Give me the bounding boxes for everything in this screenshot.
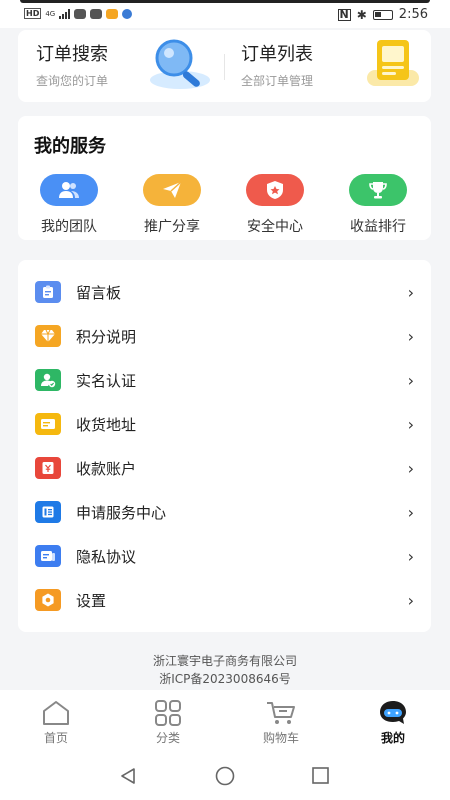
document-icon: [367, 40, 419, 86]
menu-item-label: 收款账户: [76, 459, 137, 478]
service-label: 推广分享: [144, 219, 200, 235]
service-security-center[interactable]: 安全中心: [235, 174, 315, 236]
recents-icon[interactable]: [311, 766, 331, 786]
service-center-icon: [35, 501, 61, 523]
tab-home[interactable]: 首页: [16, 700, 96, 746]
tab-label: 我的: [380, 731, 405, 745]
battery-icon: [372, 9, 393, 20]
chevron-right-icon: ›: [407, 414, 414, 434]
chevron-right-icon: ›: [407, 282, 414, 302]
chevron-right-icon: ›: [407, 370, 414, 390]
app-notification-icon: [106, 8, 119, 19]
status-right: N ✱ 2:56: [337, 7, 428, 22]
chevron-right-icon: ›: [407, 546, 414, 566]
diamond-icon: [35, 325, 61, 347]
menu-item-label: 实名认证: [76, 371, 137, 390]
menu-item-label: 积分说明: [76, 327, 137, 346]
order-list-entry[interactable]: 订单列表 全部订单管理: [225, 30, 431, 102]
shield-icon: [246, 174, 304, 206]
system-nav-bar: [0, 752, 450, 800]
menu-item-payment-account[interactable]: 收款账户 ›: [18, 446, 431, 490]
order-list-title: 订单列表: [241, 44, 313, 65]
menu-item-shipping-address[interactable]: 收货地址 ›: [18, 402, 431, 446]
service-promote-share[interactable]: 推广分享: [132, 174, 212, 236]
clipboard-icon: [35, 281, 61, 303]
bluetooth-icon: ✱: [356, 7, 367, 22]
hd-badge: HD: [24, 8, 42, 19]
settings-icon: [35, 589, 61, 611]
trophy-icon: [349, 174, 407, 206]
browser-icon: [122, 8, 133, 19]
tab-label: 购物车: [262, 731, 299, 745]
back-icon[interactable]: [118, 766, 138, 786]
home-icon: [16, 700, 96, 726]
profile-chat-icon: [353, 700, 433, 726]
order-list-subtitle: 全部订单管理: [241, 74, 314, 88]
icp-number: 浙ICP备2023008646号: [159, 672, 291, 686]
address-icon: [35, 413, 61, 435]
order-card: 订单搜索 查询您的订单 订单列表 全部订单管理: [18, 30, 431, 102]
chevron-right-icon: ›: [407, 590, 414, 610]
tab-mine[interactable]: 我的: [353, 700, 433, 746]
menu-item-label: 申请服务中心: [76, 503, 167, 522]
cart-icon: [241, 700, 321, 726]
company-name: 浙江寰宇电子商务有限公司: [152, 654, 297, 668]
chevron-right-icon: ›: [407, 326, 414, 346]
order-search-title: 订单搜索: [36, 44, 108, 65]
bottom-tab-bar: 首页 分类 购物车 我的: [0, 690, 450, 752]
clock: 2:56: [398, 7, 428, 22]
home-circle-icon[interactable]: [214, 766, 236, 788]
menu-item-message-board[interactable]: 留言板 ›: [18, 270, 431, 314]
menu-item-points-info[interactable]: 积分说明 ›: [18, 314, 431, 358]
menu-item-privacy-agreement[interactable]: 隐私协议 ›: [18, 534, 431, 578]
services-card: 我的服务 我的团队 推广分享 安全中心 收益排行: [18, 116, 431, 240]
chevron-right-icon: ›: [407, 458, 414, 478]
service-label: 收益排行: [350, 219, 406, 235]
menu-item-apply-service-center[interactable]: 申请服务中心 ›: [18, 490, 431, 534]
network-type: 4G: [45, 9, 56, 18]
message-icon: [90, 8, 103, 19]
order-search-entry[interactable]: 订单搜索 查询您的订单: [18, 30, 224, 102]
status-bar-edge: [20, 0, 430, 3]
services-title: 我的服务: [34, 136, 106, 157]
team-icon: [40, 174, 98, 206]
wechat-icon: [74, 8, 87, 19]
privacy-doc-icon: [35, 545, 61, 567]
status-bar: HD 4G N ✱ 2:56: [0, 0, 450, 28]
menu-item-real-name-verification[interactable]: 实名认证 ›: [18, 358, 431, 402]
menu-card: 留言板 › 积分说明 › 实名认证 › 收货地址 › 收款账户 › 申请服务中心: [18, 260, 431, 632]
tab-label: 分类: [155, 731, 180, 745]
service-label: 安全中心: [247, 219, 303, 235]
service-label: 我的团队: [41, 219, 97, 235]
magnifier-icon: [150, 39, 210, 89]
service-my-team[interactable]: 我的团队: [29, 174, 109, 236]
account-icon: [35, 457, 61, 479]
tab-label: 首页: [43, 731, 68, 745]
nfc-icon: N: [337, 7, 351, 21]
grid-icon: [128, 700, 208, 726]
id-verify-icon: [35, 369, 61, 391]
menu-item-label: 隐私协议: [76, 547, 137, 566]
signal-icon: [59, 8, 71, 19]
menu-item-label: 收货地址: [76, 415, 137, 434]
service-earnings-ranking[interactable]: 收益排行: [338, 174, 418, 236]
menu-item-label: 设置: [76, 591, 107, 610]
tab-cart[interactable]: 购物车: [241, 700, 321, 746]
paper-plane-icon: [143, 174, 201, 206]
status-left: HD 4G: [24, 8, 133, 19]
tab-categories[interactable]: 分类: [128, 700, 208, 746]
menu-item-settings[interactable]: 设置 ›: [18, 578, 431, 622]
menu-item-label: 留言板: [76, 283, 122, 302]
chevron-right-icon: ›: [407, 502, 414, 522]
order-search-subtitle: 查询您的订单: [36, 74, 109, 88]
